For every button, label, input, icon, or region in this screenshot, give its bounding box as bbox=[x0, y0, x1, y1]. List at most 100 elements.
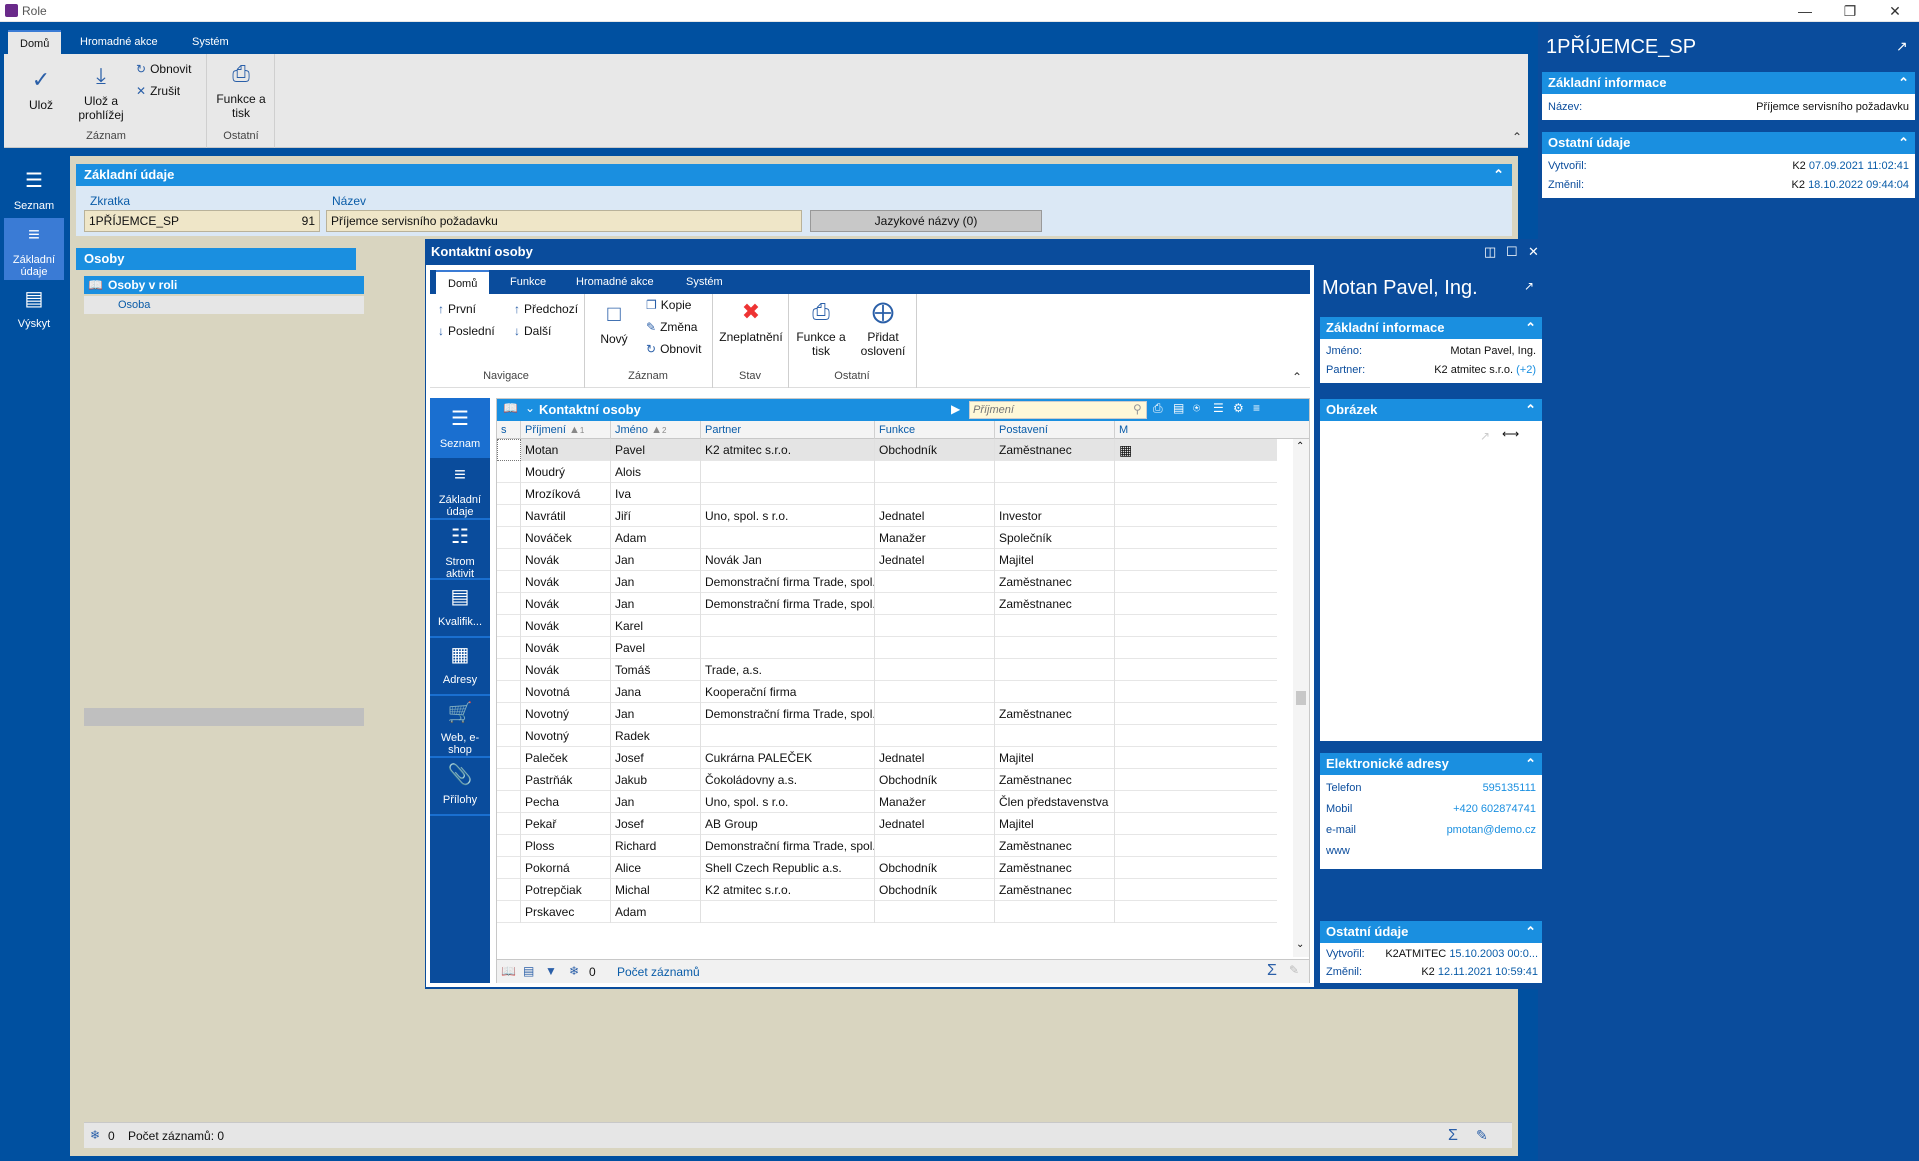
close-icon[interactable]: ✕ bbox=[1875, 2, 1915, 20]
row-selector[interactable] bbox=[497, 857, 521, 879]
new-button[interactable]: □ Nový bbox=[590, 302, 638, 347]
collapse-icon[interactable]: ⌃ bbox=[1898, 72, 1909, 94]
table-row[interactable]: Paleček Josef Cukrárna PALEČEK Jednatel Maji… bbox=[497, 747, 1277, 769]
popout-icon[interactable]: ↗ bbox=[1524, 279, 1534, 293]
filter-icon[interactable]: ▼ bbox=[545, 964, 557, 978]
table-row[interactable]: Ploss Richard Demonstrační firma Trade, sp… bbox=[497, 835, 1277, 857]
calendar-icon[interactable]: ▤ bbox=[523, 964, 534, 978]
row-selector[interactable] bbox=[497, 461, 521, 483]
collapse-ribbon-icon[interactable]: ⌃ bbox=[1292, 370, 1302, 384]
resize-icon[interactable]: ⟷ bbox=[1502, 427, 1519, 441]
edit-icon[interactable]: ✎ bbox=[1476, 1127, 1488, 1144]
table-row[interactable]: Prskavec Adam bbox=[497, 901, 1277, 923]
row-selector[interactable] bbox=[497, 681, 521, 703]
phone-link[interactable]: 595135111 bbox=[1483, 779, 1536, 797]
row-selector[interactable] bbox=[497, 637, 521, 659]
collapse-icon[interactable]: ⌃ bbox=[1898, 132, 1909, 154]
row-selector[interactable] bbox=[497, 505, 521, 527]
table-row[interactable]: Novák Karel bbox=[497, 615, 1277, 637]
collapse-icon[interactable]: ⌃ bbox=[1493, 164, 1504, 186]
nav-basic-data[interactable]: ≡ Základní údaje bbox=[430, 458, 490, 518]
save-and-view-button[interactable]: ⤓ Ulož a prohlížej bbox=[70, 64, 132, 123]
language-names-button[interactable]: Jazykové názvy (0) bbox=[810, 210, 1042, 232]
book-icon[interactable]: 📖 bbox=[501, 964, 516, 978]
email-link[interactable]: pmotan@demo.cz bbox=[1447, 821, 1536, 839]
nav-attachments[interactable]: 📎 Přílohy bbox=[430, 758, 490, 814]
refresh-button[interactable]: ↻ Obnovit bbox=[646, 342, 701, 356]
sum-icon[interactable]: Σ bbox=[1448, 1127, 1458, 1145]
save-button[interactable]: ✓ Ulož bbox=[14, 68, 68, 113]
row-selector[interactable] bbox=[497, 571, 521, 593]
table-row[interactable]: Moudrý Alois bbox=[497, 461, 1277, 483]
cancel-button[interactable]: ✕ Zrušit bbox=[136, 84, 180, 98]
table-row[interactable]: Novák Tomáš Trade, a.s. bbox=[497, 659, 1277, 681]
nav-web-eshop[interactable]: 🛒 Web, e-shop bbox=[430, 696, 490, 756]
row-selector[interactable] bbox=[497, 549, 521, 571]
collapse-icon[interactable]: ⌃ bbox=[1525, 753, 1536, 775]
column-position[interactable]: Postavení bbox=[995, 421, 1115, 439]
column-first-name[interactable]: Jméno ▲2 bbox=[611, 421, 701, 439]
vertical-scrollbar[interactable]: ⌃ ⌄ bbox=[1293, 439, 1309, 957]
maximize-icon[interactable]: ☐ bbox=[1506, 240, 1518, 264]
close-icon[interactable]: ✕ bbox=[1528, 240, 1539, 264]
column-function[interactable]: Funkce bbox=[875, 421, 995, 439]
change-button[interactable]: ✎ Změna bbox=[646, 320, 697, 334]
gear-icon[interactable]: ❄ bbox=[90, 1128, 100, 1142]
scroll-down-icon[interactable]: ⌄ bbox=[1296, 939, 1304, 950]
row-selector[interactable] bbox=[497, 483, 521, 505]
tab-home[interactable]: Domů bbox=[436, 270, 490, 294]
row-selector[interactable] bbox=[497, 791, 521, 813]
row-selector[interactable] bbox=[497, 593, 521, 615]
column-partner[interactable]: Partner bbox=[701, 421, 875, 439]
row-selector[interactable] bbox=[497, 703, 521, 725]
table-row[interactable]: Pokorná Alice Shell Czech Republic a.s. Obc… bbox=[497, 857, 1277, 879]
popout-icon[interactable]: ↗ bbox=[1480, 429, 1490, 443]
play-icon[interactable]: ▶ bbox=[951, 402, 960, 416]
columns-icon[interactable]: ☰ bbox=[1213, 401, 1224, 415]
previous-button[interactable]: ↑ Předchozí bbox=[514, 302, 578, 316]
search-icon[interactable]: ⚲ bbox=[1133, 402, 1142, 416]
column-person[interactable]: Osoba bbox=[84, 296, 364, 314]
first-button[interactable]: ↑ První bbox=[438, 302, 476, 316]
nav-qualification[interactable]: ▤ Kvalifik... bbox=[430, 580, 490, 636]
mobile-link[interactable]: +420 602874741 bbox=[1453, 800, 1536, 818]
collapse-icon[interactable]: ⌃ bbox=[1525, 921, 1536, 943]
abbr-field[interactable]: 1PŘÍJEMCE_SP 91 bbox=[84, 210, 320, 232]
nav-addresses[interactable]: ▦ Adresy bbox=[430, 638, 490, 694]
table-row[interactable]: Novák Jan Novák Jan Jednatel Majitel bbox=[497, 549, 1277, 571]
row-selector[interactable] bbox=[497, 769, 521, 791]
table-row[interactable]: Novák Pavel bbox=[497, 637, 1277, 659]
row-selector[interactable] bbox=[497, 527, 521, 549]
table-row[interactable]: Novák Jan Demonstrační firma Trade, spol. … bbox=[497, 593, 1277, 615]
print-icon[interactable]: ⎙ bbox=[1153, 401, 1163, 416]
search-input[interactable] bbox=[969, 401, 1147, 419]
row-selector[interactable] bbox=[497, 813, 521, 835]
table-row[interactable]: Navrátil Jiří Uno, spol. s r.o. Jednatel Inv… bbox=[497, 505, 1277, 527]
column-m[interactable]: M bbox=[1115, 421, 1139, 439]
edit-icon[interactable]: ✎ bbox=[1289, 963, 1299, 977]
tab-bulk-actions[interactable]: Hromadné akce bbox=[68, 30, 170, 54]
qr-code-icon[interactable]: ▦ bbox=[1115, 439, 1139, 461]
nav-basic-data[interactable]: ≡ Základní údaje bbox=[4, 218, 64, 280]
collapse-icon[interactable]: ⌃ bbox=[1525, 317, 1536, 339]
nav-occurrence[interactable]: ▤ Výskyt bbox=[4, 282, 64, 338]
nav-list[interactable]: ☰ Seznam bbox=[430, 402, 490, 456]
gear-icon[interactable]: ❄ bbox=[569, 964, 579, 978]
dock-icon[interactable]: ◫ bbox=[1484, 240, 1496, 264]
tab-bulk-actions[interactable]: Hromadné akce bbox=[564, 270, 666, 294]
row-selector[interactable] bbox=[497, 615, 521, 637]
network-icon[interactable]: ⍟ bbox=[1193, 401, 1200, 416]
functions-print-button[interactable]: ⎙ Funkce a tisk bbox=[210, 62, 272, 121]
table-row[interactable]: Nováček Adam Manažer Společník bbox=[497, 527, 1277, 549]
nav-list[interactable]: ☰ Seznam bbox=[4, 164, 64, 218]
functions-print-button[interactable]: ⎙ Funkce a tisk bbox=[792, 300, 850, 359]
name-field[interactable]: Příjemce servisního požadavku bbox=[326, 210, 802, 232]
menu-icon[interactable]: ≡ bbox=[1253, 401, 1260, 415]
scrollbar-thumb[interactable] bbox=[1296, 691, 1306, 705]
table-row[interactable]: Novotná Jana Kooperační firma bbox=[497, 681, 1277, 703]
table-row[interactable]: Motan Pavel K2 atmitec s.r.o. Obchodník Zamě… bbox=[497, 439, 1277, 461]
row-selector[interactable] bbox=[497, 879, 521, 901]
sum-icon[interactable]: Σ bbox=[1267, 962, 1277, 980]
scroll-up-icon[interactable]: ⌃ bbox=[1296, 441, 1304, 452]
row-selector[interactable] bbox=[497, 835, 521, 857]
